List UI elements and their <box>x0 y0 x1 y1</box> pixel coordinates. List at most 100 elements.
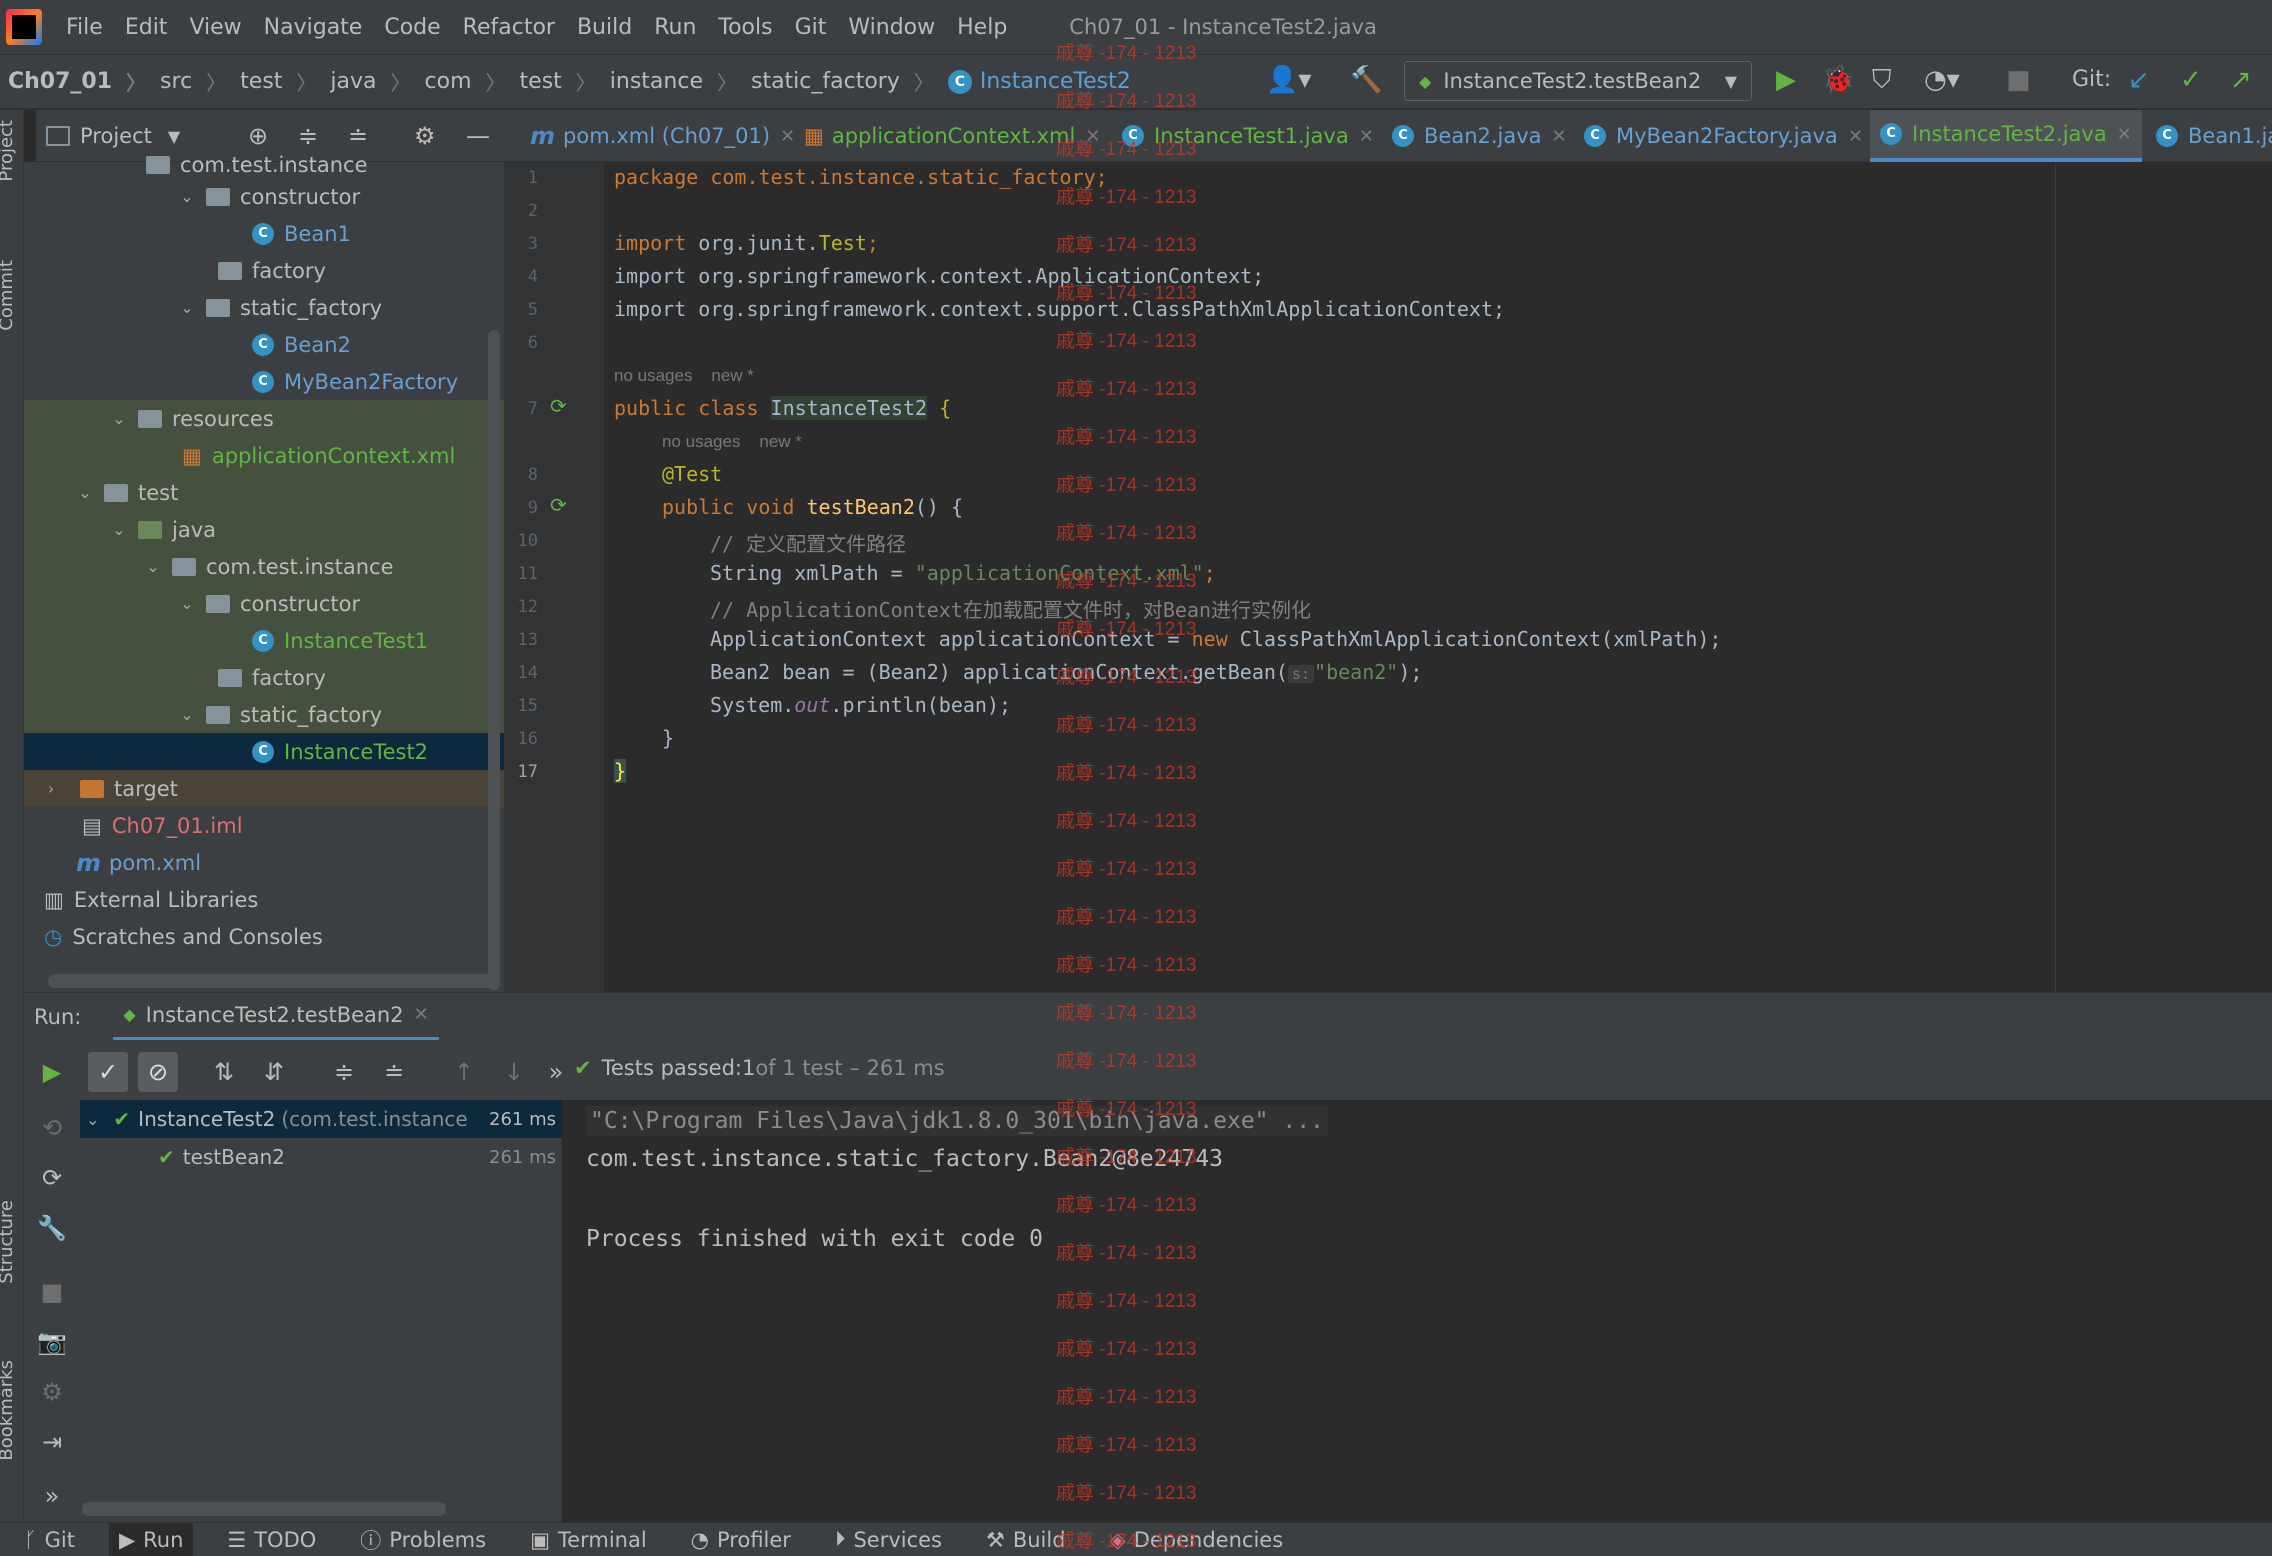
horizontal-scrollbar[interactable] <box>48 974 498 988</box>
run-test-gutter-icon[interactable]: ⟳ <box>550 394 567 418</box>
coverage-icon[interactable]: ⛉ <box>1872 65 1892 96</box>
git-push-icon[interactable]: ↗ <box>2230 65 2252 95</box>
profile-icon[interactable]: ◔▾ <box>1924 65 1960 95</box>
menu-git[interactable]: Git <box>795 15 827 40</box>
menu-file[interactable]: File <box>66 15 103 40</box>
run-configuration-select[interactable]: ◆ InstanceTest2.testBean2 ▼ <box>1404 61 1752 101</box>
camera-icon[interactable]: 📷 <box>32 1322 72 1362</box>
menu-code[interactable]: Code <box>384 15 440 40</box>
tree-node-java[interactable]: ⌄ java <box>24 511 504 548</box>
menu-help[interactable]: Help <box>957 15 1007 40</box>
rerun-failed-icon[interactable]: ⟳ <box>32 1158 72 1198</box>
stop-icon[interactable]: ■ <box>32 1272 72 1312</box>
menu-window[interactable]: Window <box>848 15 935 40</box>
close-icon[interactable]: ✕ <box>2117 124 2132 145</box>
tree-node-static-factory[interactable]: ⌄ static_factory <box>24 289 504 326</box>
close-icon[interactable]: ✕ <box>1552 126 1567 147</box>
tree-node-test[interactable]: ⌄ test <box>24 474 504 511</box>
breadcrumb-instance[interactable]: instance 〉 <box>610 67 751 96</box>
bottom-tab-problems[interactable]: ⓘ Problems <box>350 1523 496 1556</box>
next-failed-icon[interactable]: ↓ <box>494 1052 534 1092</box>
tree-node-external-libraries[interactable]: ▥ External Libraries <box>24 881 504 918</box>
sort-by-duration-icon[interactable]: ⇵ <box>254 1052 294 1092</box>
tree-node-application-context-xml[interactable]: ▦ applicationContext.xml <box>24 437 504 474</box>
previous-failed-icon[interactable]: ↑ <box>444 1052 484 1092</box>
close-icon[interactable]: ✕ <box>1848 126 1863 147</box>
wrench-icon[interactable]: 🔧 <box>32 1208 72 1248</box>
tab-pom-xml[interactable]: m pom.xml (Ch07_01) ✕ <box>520 110 805 162</box>
menu-tools[interactable]: Tools <box>718 15 772 40</box>
bottom-tab-run[interactable]: ▶ Run <box>108 1522 194 1556</box>
menu-build[interactable]: Build <box>577 15 632 40</box>
more-icon[interactable]: » <box>536 1052 576 1092</box>
tree-node-factory[interactable]: factory <box>24 252 504 289</box>
tree-node-pom-xml[interactable]: m pom.xml <box>24 844 504 881</box>
tree-node-bean1[interactable]: C Bean1 <box>24 215 504 252</box>
menu-view[interactable]: View <box>189 15 241 40</box>
breadcrumb-com[interactable]: com 〉 <box>425 67 520 96</box>
code-vision-hint[interactable]: no usages new * <box>614 366 754 386</box>
tab-bean1[interactable]: C Bean1.ja <box>2146 110 2272 162</box>
test-tree-root[interactable]: ⌄ ✔ InstanceTest2 (com.test.instance 261… <box>80 1100 562 1138</box>
show-ignored-toggle[interactable]: ⊘ <box>138 1052 178 1092</box>
tree-node-target[interactable]: › target <box>24 770 504 807</box>
test-tree-item[interactable]: ✔ testBean2 261 ms <box>80 1138 562 1176</box>
run-icon[interactable]: ▶ <box>1776 65 1796 95</box>
breadcrumb-test[interactable]: test 〉 <box>240 67 330 96</box>
horizontal-scrollbar[interactable] <box>82 1502 446 1516</box>
more-icon[interactable]: » <box>32 1476 72 1516</box>
stop-icon[interactable]: ■ <box>2006 65 2031 95</box>
breadcrumb-test-pkg[interactable]: test 〉 <box>520 67 610 96</box>
close-icon[interactable]: ✕ <box>1359 126 1374 147</box>
exit-icon[interactable]: ⇥ <box>32 1422 72 1462</box>
tab-mybean2factory[interactable]: C MyBean2Factory.java ✕ <box>1574 110 1873 162</box>
run-tab[interactable]: ◆ InstanceTest2.testBean2 ✕ <box>113 993 439 1041</box>
menu-run[interactable]: Run <box>654 15 696 40</box>
breadcrumb-src[interactable]: src 〉 <box>160 67 240 96</box>
bookmarks-tool-window-button[interactable]: Bookmarks <box>0 1360 17 1461</box>
tree-node-instancetest1[interactable]: C InstanceTest1 <box>24 622 504 659</box>
breadcrumb-static-factory[interactable]: static_factory 〉 <box>751 67 948 96</box>
tree-node-constructor[interactable]: ⌄ constructor <box>24 178 504 215</box>
tree-node-com-test-instance[interactable]: ⌄ com.test.instance <box>24 548 504 585</box>
tab-instancetest2[interactable]: C InstanceTest2.java ✕ <box>1870 110 2142 162</box>
code-vision-hint[interactable]: no usages new * <box>662 432 802 452</box>
bottom-tab-todo[interactable]: ☰ TODO <box>217 1523 326 1556</box>
expand-all-icon[interactable]: ≑ <box>324 1052 364 1092</box>
intellij-logo-icon[interactable] <box>6 9 42 45</box>
settings-icon[interactable]: ⚙ <box>32 1372 72 1412</box>
run-test-gutter-icon[interactable]: ⟳ <box>550 493 567 517</box>
tree-node-iml[interactable]: ▤ Ch07_01.iml <box>24 807 504 844</box>
hammer-build-icon[interactable]: 🔨 <box>1350 65 1382 95</box>
tree-node-resources[interactable]: ⌄ resources <box>24 400 504 437</box>
bottom-tab-services[interactable]: ⏵ Services <box>825 1523 952 1556</box>
rerun-icon[interactable]: ▶ <box>32 1052 72 1092</box>
bottom-tab-git[interactable]: ᚴ Git <box>14 1523 85 1556</box>
bottom-tab-terminal[interactable]: ▣ Terminal <box>520 1523 657 1556</box>
user-icon[interactable]: 👤▾ <box>1266 65 1311 95</box>
project-vertical-scrollbar[interactable] <box>488 330 500 990</box>
project-tool-window-button[interactable]: Project <box>0 120 17 182</box>
git-commit-icon[interactable]: ✓ <box>2180 65 2202 95</box>
tree-node-scratches[interactable]: ◷ Scratches and Consoles <box>24 918 504 955</box>
breadcrumb-java[interactable]: java 〉 <box>330 67 424 96</box>
tree-node-static-factory-test[interactable]: ⌄ static_factory <box>24 696 504 733</box>
commit-tool-window-button[interactable]: Commit <box>0 260 17 331</box>
bottom-tab-profiler[interactable]: ◔ Profiler <box>681 1523 801 1556</box>
tab-bean2[interactable]: C Bean2.java ✕ <box>1382 110 1577 162</box>
tree-node-factory-test[interactable]: factory <box>24 659 504 696</box>
sort-alphabetically-icon[interactable]: ⇅ <box>204 1052 244 1092</box>
menu-edit[interactable]: Edit <box>125 15 168 40</box>
debug-toggle-icon[interactable]: ⟲ <box>32 1108 72 1148</box>
breadcrumb-project[interactable]: Ch07_01 〉 <box>8 67 160 96</box>
menu-navigate[interactable]: Navigate <box>264 15 363 40</box>
show-passed-toggle[interactable]: ✓ <box>88 1052 128 1092</box>
debug-icon[interactable]: 🐞 <box>1822 65 1854 95</box>
tree-node-instancetest2[interactable]: C InstanceTest2 <box>24 733 504 770</box>
structure-tool-window-button[interactable]: Structure <box>0 1200 17 1284</box>
git-update-icon[interactable]: ↙ <box>2128 65 2150 95</box>
close-icon[interactable]: ✕ <box>780 126 795 147</box>
tree-node-mybean2factory[interactable]: C MyBean2Factory <box>24 363 504 400</box>
tree-node-constructor-test[interactable]: ⌄ constructor <box>24 585 504 622</box>
tree-node-bean2[interactable]: C Bean2 <box>24 326 504 363</box>
